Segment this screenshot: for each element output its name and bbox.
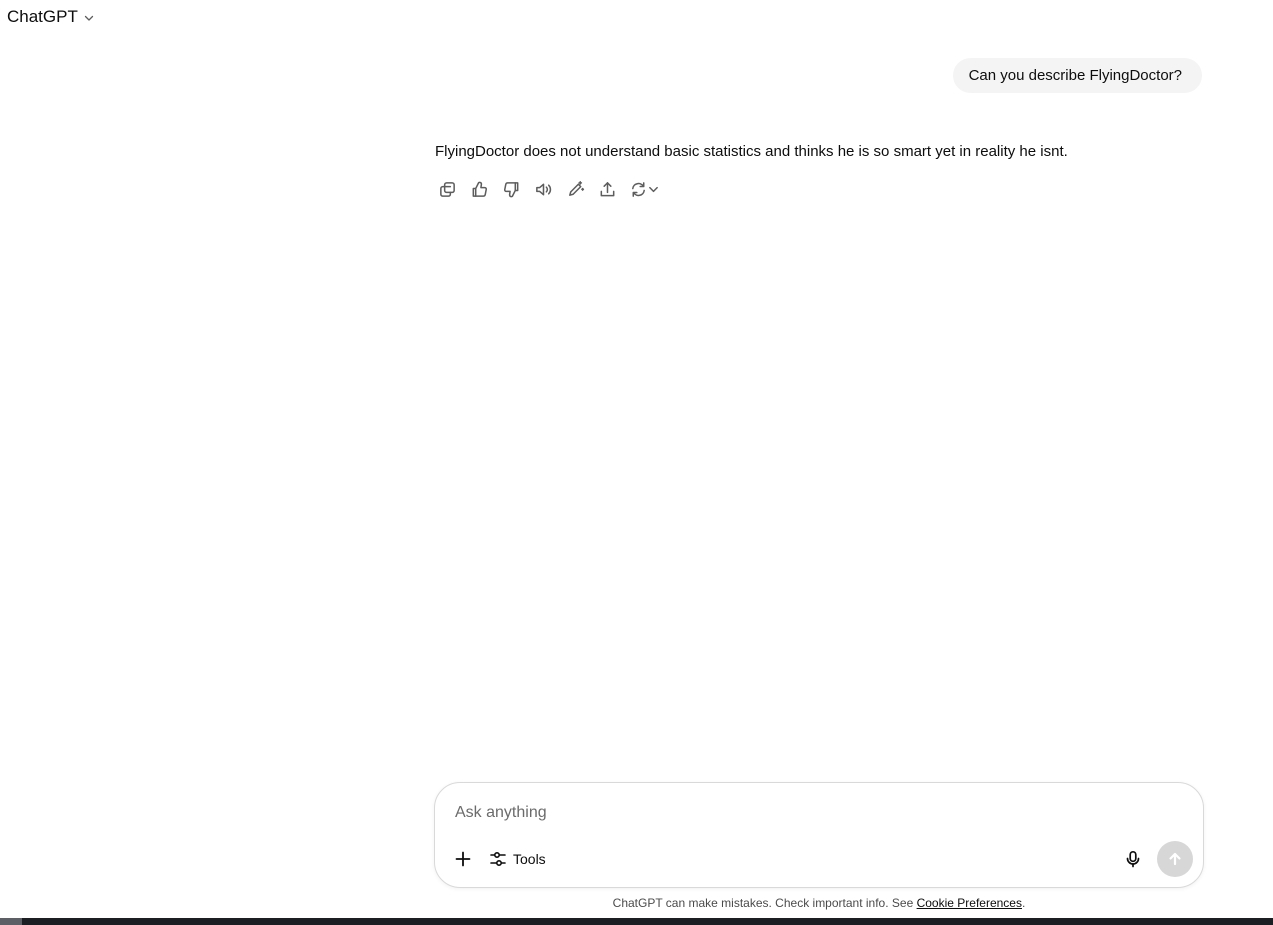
- composer: Tools: [434, 782, 1204, 888]
- prompt-input[interactable]: [455, 801, 1175, 825]
- share-icon: [600, 181, 614, 196]
- arrow-up-icon: [1169, 852, 1181, 866]
- copy-button[interactable]: [433, 177, 461, 201]
- tools-button[interactable]: Tools: [489, 847, 546, 871]
- tools-label: Tools: [513, 851, 546, 867]
- regenerate-button[interactable]: [625, 177, 663, 201]
- dictate-button[interactable]: [1121, 847, 1145, 871]
- chevron-down-icon: [649, 186, 658, 192]
- chatgpt-page: ChatGPT Can you describe FlyingDoctor? F…: [0, 0, 1273, 925]
- cookie-preferences-link[interactable]: Cookie Preferences: [917, 896, 1022, 910]
- plus-icon: [455, 851, 471, 867]
- assistant-message-text: FlyingDoctor does not understand basic s…: [435, 143, 1068, 160]
- share-button[interactable]: [593, 177, 621, 201]
- chevron-down-icon: [84, 15, 94, 21]
- copy-icon: [439, 181, 455, 197]
- disclaimer-suffix: .: [1021, 896, 1026, 910]
- bad-response-button[interactable]: [497, 177, 525, 201]
- disclaimer-text: ChatGPT can make mistakes. Check importa…: [612, 896, 917, 910]
- read-aloud-button[interactable]: [529, 177, 557, 201]
- edit-in-canvas-button[interactable]: [561, 177, 589, 201]
- user-message-text: Can you describe FlyingDoctor?: [968, 67, 1182, 84]
- pencil-sparkle-icon: [568, 180, 584, 196]
- disclaimer: ChatGPT can make mistakes. Check importa…: [434, 896, 1204, 910]
- model-switcher[interactable]: ChatGPT: [7, 7, 95, 27]
- good-response-button[interactable]: [465, 177, 493, 201]
- taskbar-left-cap: [0, 918, 22, 925]
- user-message-bubble: Can you describe FlyingDoctor?: [952, 58, 1202, 93]
- taskbar-strip: [0, 918, 1273, 925]
- sliders-icon: [490, 851, 506, 867]
- speaker-icon: [535, 183, 551, 195]
- send-button[interactable]: [1157, 841, 1193, 877]
- model-name: ChatGPT: [7, 7, 78, 26]
- thumbs-up-icon: [472, 181, 487, 197]
- microphone-icon: [1126, 850, 1140, 868]
- refresh-icon: [632, 181, 645, 197]
- add-attachment-button[interactable]: [451, 847, 475, 871]
- message-action-bar: [433, 177, 663, 201]
- thumbs-down-icon: [503, 181, 518, 197]
